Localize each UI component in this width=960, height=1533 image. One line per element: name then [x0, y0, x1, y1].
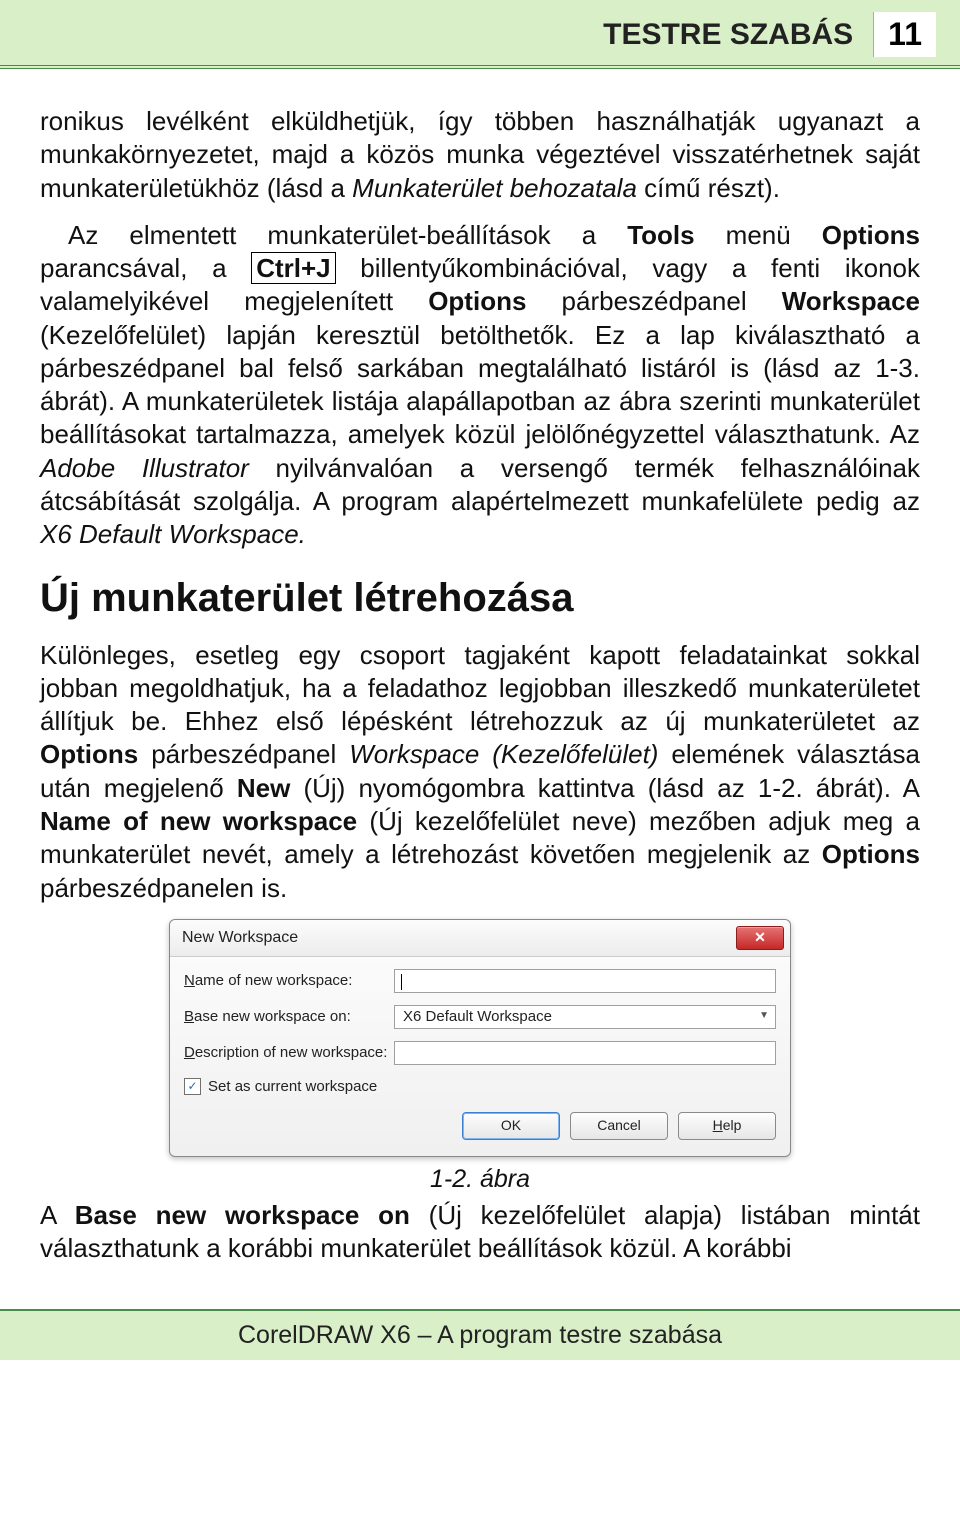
dialog-titlebar[interactable]: New Workspace ✕ — [170, 920, 790, 957]
header-title: TESTRE SZABÁS — [603, 12, 873, 57]
close-icon: ✕ — [754, 929, 766, 947]
new-workspace-dialog: New Workspace ✕ Name of new workspace: B… — [169, 919, 791, 1157]
set-current-checkbox[interactable]: ✓ — [184, 1078, 201, 1095]
description-label: Description of new workspace: — [184, 1043, 394, 1062]
base-value: X6 Default Workspace — [403, 1007, 552, 1026]
page-number: 11 — [873, 12, 936, 57]
page-content: ronikus levélként elküldhetjük, így több… — [0, 69, 960, 1289]
paragraph-1: ronikus levélként elküldhetjük, így több… — [40, 105, 920, 205]
base-label: Base new workspace on: — [184, 1007, 394, 1026]
keyboard-shortcut: Ctrl+J — [251, 252, 335, 284]
close-button[interactable]: ✕ — [736, 926, 784, 950]
paragraph-3: Különleges, esetleg egy csoport tagjakén… — [40, 639, 920, 905]
paragraph-4: A Base new workspace on (Új kezelőfelüle… — [40, 1199, 920, 1266]
dialog-title: New Workspace — [182, 928, 298, 948]
page-header: TESTRE SZABÁS 11 — [0, 0, 960, 69]
cancel-button[interactable]: Cancel — [570, 1112, 668, 1140]
check-icon: ✓ — [187, 1079, 197, 1094]
page-footer: CorelDRAW X6 – A program testre szabása — [0, 1309, 960, 1360]
text-caret-icon — [401, 974, 402, 990]
set-current-label: Set as current workspace — [208, 1077, 377, 1096]
ok-button[interactable]: OK — [462, 1112, 560, 1140]
paragraph-2: Az elmentett munkaterület-beállítások a … — [40, 219, 920, 552]
help-button[interactable]: Help — [678, 1112, 776, 1140]
name-input[interactable] — [394, 969, 776, 993]
name-label: Name of new workspace: — [184, 971, 394, 990]
heading-new-workspace: Új munkaterület létrehozása — [40, 573, 920, 624]
base-combobox[interactable]: X6 Default Workspace ▼ — [394, 1005, 776, 1029]
chevron-down-icon: ▼ — [759, 1010, 769, 1023]
description-input[interactable] — [394, 1041, 776, 1065]
figure-caption: 1-2. ábra — [40, 1163, 920, 1195]
